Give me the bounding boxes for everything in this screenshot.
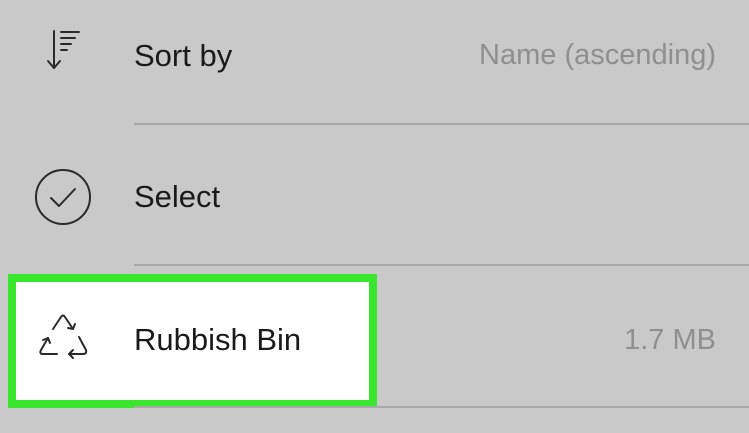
menu-item-sort-by[interactable]: Sort by Name (ascending): [0, 0, 749, 128]
checkmark-circle-icon: [30, 164, 96, 230]
divider: [134, 123, 749, 125]
divider: [134, 264, 749, 266]
sort-descending-icon: [30, 17, 96, 83]
menu-item-rubbish-bin[interactable]: Rubbish Bin 1.7 MB: [0, 268, 749, 410]
sort-by-label: Sort by: [134, 38, 233, 73]
sort-by-value: Name (ascending): [479, 39, 716, 71]
select-label: Select: [134, 179, 221, 214]
menu-item-select[interactable]: Select: [0, 127, 749, 269]
rubbish-bin-label: Rubbish Bin: [134, 322, 302, 357]
settings-menu: Sort by Name (ascending) Select Rubbish …: [0, 0, 749, 433]
rubbish-bin-size: 1.7 MB: [624, 324, 716, 356]
recycle-icon: [30, 306, 96, 372]
